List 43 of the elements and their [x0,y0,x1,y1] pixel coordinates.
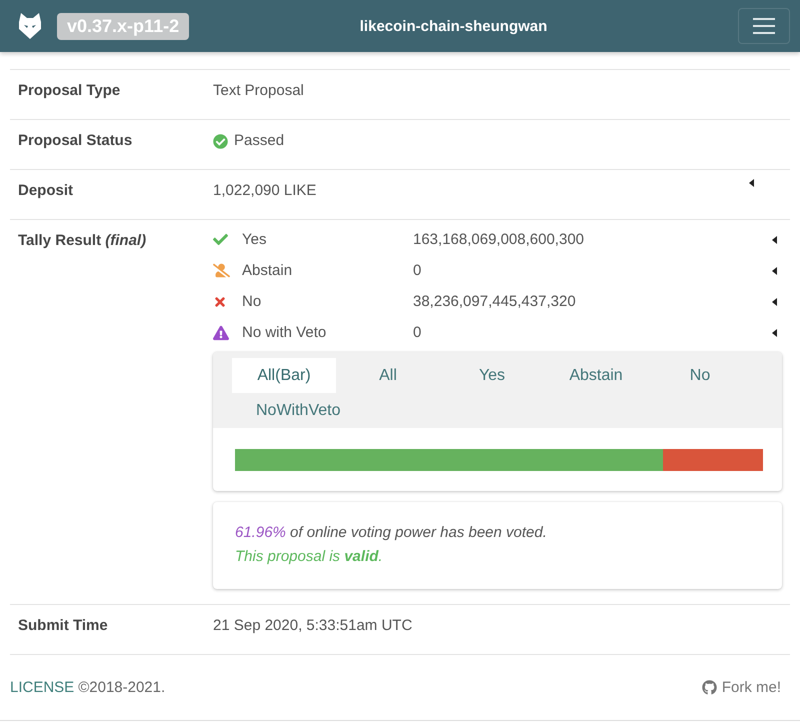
menu-button[interactable] [738,8,790,44]
user-slash-icon [213,262,230,279]
detail-value: 21 Sep 2020, 5:33:51am UTC [213,616,412,636]
chart-tab[interactable]: NoWithVeto [232,393,364,428]
detail-label: Submit Time [18,617,108,634]
vote-option-label: Yes [242,230,266,250]
detail-value: Text Proposal [213,81,304,101]
chart-tab[interactable]: No [648,358,752,393]
caret-icon[interactable] [772,236,777,244]
warning-icon [213,324,229,340]
vote-count: 38,236,097,445,437,320 [413,292,576,312]
license-link[interactable]: LICENSE [10,679,74,696]
menu-icon [753,18,775,34]
version-badge: v0.37.x-p11-2 [57,12,190,40]
vote-count: 163,168,069,008,600,300 [413,230,584,250]
fork-link[interactable]: Fork me! [702,679,781,696]
wolf-head-icon[interactable] [18,13,42,39]
vote-option-label: No with Veto [242,322,326,342]
chart-tab[interactable]: All(Bar) [232,358,336,393]
validity-sentence: This proposal is valid. [235,547,383,567]
chart-tab[interactable]: Abstain [544,358,648,393]
chart-tab[interactable]: All [336,358,440,393]
detail-label: Proposal Status [18,132,132,149]
caret-icon[interactable] [749,179,754,187]
vote-count: 0 [413,322,422,342]
chart-tab[interactable]: Yes [440,358,544,393]
detail-label: Deposit [18,182,74,199]
vote-option-label: No [242,292,262,312]
check-icon [213,232,228,247]
detail-label: Proposal Type [18,82,120,99]
caret-icon[interactable] [772,298,777,306]
copyright-text: ©2018-2021. [78,679,166,696]
vote-count: 0 [413,260,422,280]
status-text: Passed [234,131,284,151]
turnout-sentence: 61.96% of online voting power has been voted. [235,523,547,543]
chain-title: likecoin-chain-sheungwan [360,18,548,34]
cross-icon [213,294,227,308]
caret-icon[interactable] [772,266,777,274]
detail-value: 1,022,090 LIKE [213,181,316,201]
detail-label: Tally Result (final) [18,232,146,249]
vote-option-label: Abstain [242,260,292,280]
caret-icon[interactable] [772,328,777,336]
github-icon [702,680,717,695]
